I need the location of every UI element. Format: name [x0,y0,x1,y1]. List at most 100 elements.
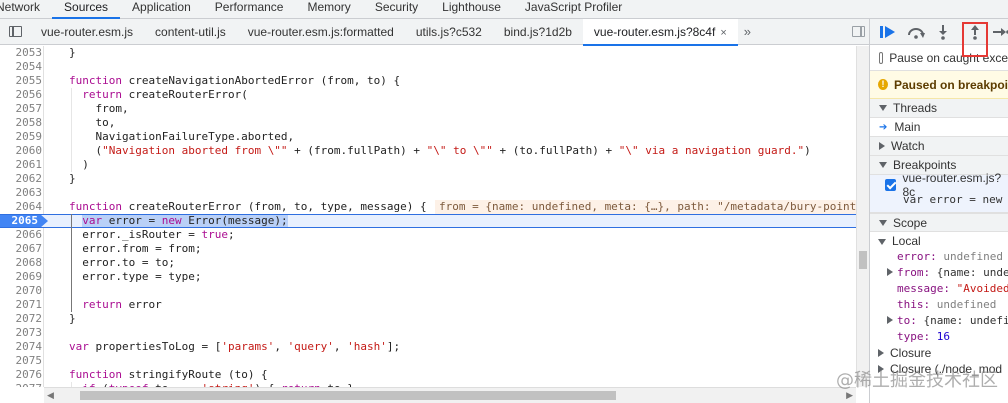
code-line[interactable]: 2053} [0,46,856,60]
step-into-icon[interactable] [934,22,952,42]
panel-tab-lighthouse[interactable]: Lighthouse [430,0,513,18]
code-line[interactable]: 2073 [0,326,856,340]
file-tab[interactable]: vue-router.esm.js [30,19,144,45]
line-number[interactable]: 2069 [0,270,43,284]
code-line[interactable]: 2068 error.to = to; [0,256,856,270]
code-line[interactable]: 2067 error.from = from; [0,242,856,256]
code-line[interactable]: 2063 [0,186,856,200]
code-line[interactable]: 2059 NavigationFailureType.aborted, [0,130,856,144]
panel-tab-performance[interactable]: Performance [203,0,296,18]
line-number[interactable]: 2061 [0,158,43,172]
line-number[interactable]: 2056 [0,88,43,102]
line-number[interactable]: 2059 [0,130,43,144]
line-number[interactable]: 2076 [0,368,43,382]
scope-variable-this[interactable]: this: undefined [870,297,1008,313]
scope-value: {name: unde [936,266,1008,279]
step-icon[interactable] [992,22,1008,42]
line-number[interactable]: 2072 [0,312,43,326]
current-execution-line[interactable]: 2065 var error = new Error(message); [0,214,856,228]
code-line[interactable]: 2057 from, [0,102,856,116]
line-number[interactable]: 2070 [0,284,43,298]
line-number[interactable]: 2077 [0,382,43,387]
panel-tab-network[interactable]: Network [0,0,52,18]
line-number[interactable]: 2071 [0,298,43,312]
file-tab[interactable]: vue-router.esm.js?8c4f × [582,18,738,46]
code-editor[interactable]: 2053} 2054 2055 function createNavigationAb… [0,46,856,387]
threads-section-header[interactable]: Threads [870,99,1008,118]
line-number[interactable]: 2060 [0,144,43,158]
more-tabs-button[interactable]: » [738,24,757,39]
panel-tab-application[interactable]: Application [120,0,203,18]
code-line[interactable]: 2069 error.type = type; [0,270,856,284]
debugger-sidebar-toggle-icon[interactable] [852,26,865,37]
code-line[interactable]: 2056 return createRouterError( [0,88,856,102]
line-number[interactable]: 2062 [0,172,43,186]
editor-vertical-scrollbar[interactable] [856,46,869,387]
watch-section-header[interactable]: Watch [870,137,1008,156]
file-tab[interactable]: bind.js?1d2b [493,19,583,45]
code-line[interactable]: 2060 ("Navigation aborted from \"" + (fr… [0,144,856,158]
close-tab-icon[interactable]: × [720,27,726,39]
code-line[interactable]: 2071 return error [0,298,856,312]
line-number[interactable]: 2073 [0,326,43,340]
expanded-triangle-icon [878,239,886,245]
closure-scope-header[interactable]: Closure [870,345,1008,361]
file-tab[interactable]: utils.js?c532 [405,19,493,45]
pause-on-caught-checkbox[interactable] [879,51,884,64]
code-line[interactable]: 2076 function stringifyRoute (to) { [0,368,856,382]
line-number[interactable]: 2057 [0,102,43,116]
navigator-toggle-icon[interactable] [0,19,30,45]
thread-main[interactable]: ➔ Main [870,118,1008,137]
scope-section-header[interactable]: Scope [870,213,1008,232]
resume-icon[interactable] [878,22,898,42]
file-tab[interactable]: vue-router.esm.js:formatted [237,19,405,45]
line-number[interactable]: 2074 [0,340,43,354]
panel-tab-security[interactable]: Security [363,0,430,18]
line-number[interactable]: 2055 [0,74,43,88]
scope-variable-error[interactable]: error: undefined [870,249,1008,265]
line-number[interactable]: 2075 [0,354,43,368]
code-line[interactable]: 2066 error._isRouter = true; [0,228,856,242]
expanded-triangle-icon [879,162,887,168]
code-text: NavigationFailureType.aborted, [69,130,295,143]
line-number[interactable]: 2063 [0,186,43,200]
code-line[interactable]: 2070 [0,284,856,298]
code-line[interactable]: 2064 function createRouterError (from, to… [0,200,856,214]
local-scope-header[interactable]: Local [870,233,1008,249]
line-number[interactable]: 2067 [0,242,43,256]
scope-label: Scope [893,215,928,230]
scope-key: to: [897,314,924,327]
scrollbar-thumb[interactable] [859,251,867,269]
code-line[interactable]: 2055 function createNavigationAbortedErro… [0,74,856,88]
scrollbar-thumb[interactable] [80,391,616,400]
panel-tab-javascript-profiler[interactable]: JavaScript Profiler [513,0,634,18]
file-tab[interactable]: content-util.js [144,19,237,45]
line-number[interactable]: 2058 [0,116,43,130]
scope-variable-type[interactable]: type: 16 [870,329,1008,345]
breakpoint-checkbox[interactable] [885,179,897,191]
code-line[interactable]: 2072} [0,312,856,326]
line-number[interactable]: 2064 [0,200,43,214]
breakpoint-item[interactable]: vue-router.esm.js?8c var error = new [870,171,1008,213]
code-line[interactable]: 2074 var propertiesToLog = ['params', 'qu… [0,340,856,354]
panel-tab-sources[interactable]: Sources [52,0,121,19]
line-number[interactable]: 2066 [0,228,43,242]
editor-horizontal-scrollbar[interactable]: ◀ ▶ [44,387,856,403]
code-line[interactable]: 2061 ) [0,158,856,172]
step-over-icon[interactable] [906,22,926,42]
scope-variable-message[interactable]: message: "Avoided [870,281,1008,297]
file-tab-label: utils.js?c532 [415,24,482,39]
line-number[interactable]: 2054 [0,60,43,74]
code-line[interactable]: 2075 [0,354,856,368]
code-line[interactable]: 2054 [0,60,856,74]
line-number[interactable]: 2068 [0,256,43,270]
breakpoint-marker-icon[interactable]: 2065 [0,214,48,228]
code-line[interactable]: 2062} [0,172,856,186]
devtools-panel-tabs: Network Sources Application Performance Memo… [0,0,1008,19]
code-line[interactable]: 2058 to, [0,116,856,130]
panel-tab-memory[interactable]: Memory [295,0,362,18]
scroll-left-icon[interactable]: ◀ [47,390,54,401]
scope-variable-from[interactable]: from: {name: unde [870,265,1008,281]
scope-variable-to[interactable]: to: {name: undefi [870,313,1008,329]
line-number[interactable]: 2053 [0,46,43,60]
